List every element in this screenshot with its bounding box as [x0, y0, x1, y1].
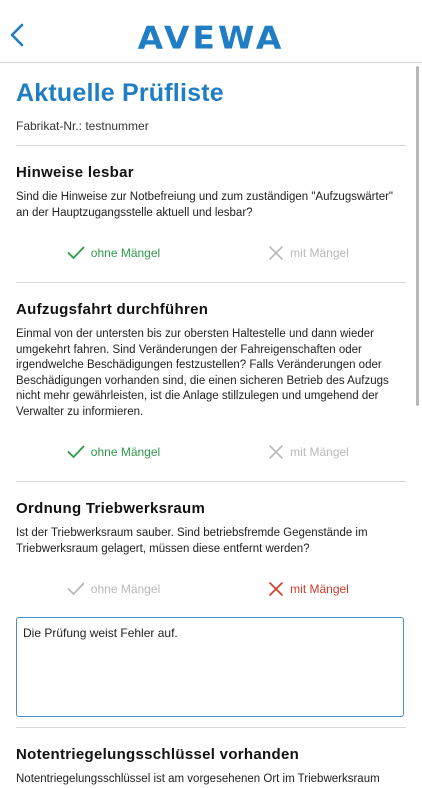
choice-label: mit Mängel: [290, 582, 349, 596]
checklist-item-text: Notentriegelungsschlüssel ist am vorgese…: [16, 773, 380, 785]
fabrikat-number: Fabrikat-Nr.: testnummer: [16, 119, 149, 133]
checklist-item: Hinweise lesbar Sind die Hinweise zur No…: [16, 146, 406, 283]
choice-label: ohne Mängel: [90, 445, 161, 459]
page-title: Aktuelle Prüfliste: [16, 79, 224, 107]
choice-ohne-maengel[interactable]: ohne Mängel: [16, 445, 211, 459]
cross-icon: [269, 246, 283, 260]
main-content: Aktuelle Prüfliste Fabrikat-Nr.: testnum…: [16, 62, 406, 788]
checklist-item-title: Aufzugsfahrt durchführen: [16, 301, 209, 318]
choice-group: ohne Mängel mit Mängel: [16, 569, 406, 609]
choice-ohne-maengel[interactable]: ohne Mängel: [16, 582, 211, 596]
chevron-left-icon: [10, 23, 24, 47]
logo-text: AVEWA: [137, 19, 285, 57]
choice-label: ohne Mängel: [90, 246, 161, 260]
brand-logo: AVEWA: [108, 22, 314, 54]
back-button[interactable]: [6, 22, 28, 48]
check-icon: [67, 582, 85, 595]
choice-group: ohne Mängel mit Mängel: [16, 233, 406, 273]
checklist-item-title: Ordnung Triebwerksraum: [16, 500, 206, 517]
remark-textarea[interactable]: Die Prüfung weist Fehler auf.: [16, 617, 404, 717]
cross-icon: [269, 582, 283, 596]
checklist-item-text: Ist der Triebwerksraum sauber. Sind betr…: [16, 527, 368, 555]
choice-label: ohne Mängel: [90, 582, 161, 596]
choice-label: mit Mängel: [290, 445, 349, 459]
check-icon: [67, 445, 85, 458]
check-icon: [67, 246, 85, 259]
choice-mit-maengel[interactable]: mit Mängel: [211, 444, 406, 460]
choice-group: ohne Mängel mit Mängel: [16, 432, 406, 472]
checklist-item: Notentriegelungsschlüssel vorhanden Note…: [16, 728, 406, 788]
checklist-item: Aufzugsfahrt durchführen Einmal von der …: [16, 283, 406, 482]
checklist-item-title: Notentriegelungsschlüssel vorhanden: [16, 746, 300, 763]
top-bar: AVEWA: [0, 0, 422, 63]
checklist-item: Ordnung Triebwerksraum Ist der Triebwerk…: [16, 482, 406, 728]
checklist-item-text: Einmal von der untersten bis zur oberste…: [16, 328, 389, 418]
choice-mit-maengel[interactable]: mit Mängel: [211, 581, 406, 597]
cross-icon: [269, 445, 283, 459]
choice-ohne-maengel[interactable]: ohne Mängel: [16, 246, 211, 260]
checklist-item-text: Sind die Hinweise zur Notbefreiung und z…: [16, 191, 394, 219]
choice-label: mit Mängel: [290, 246, 349, 260]
choice-mit-maengel[interactable]: mit Mängel: [211, 245, 406, 261]
checklist-item-title: Hinweise lesbar: [16, 164, 134, 181]
scrollbar[interactable]: [416, 66, 419, 406]
